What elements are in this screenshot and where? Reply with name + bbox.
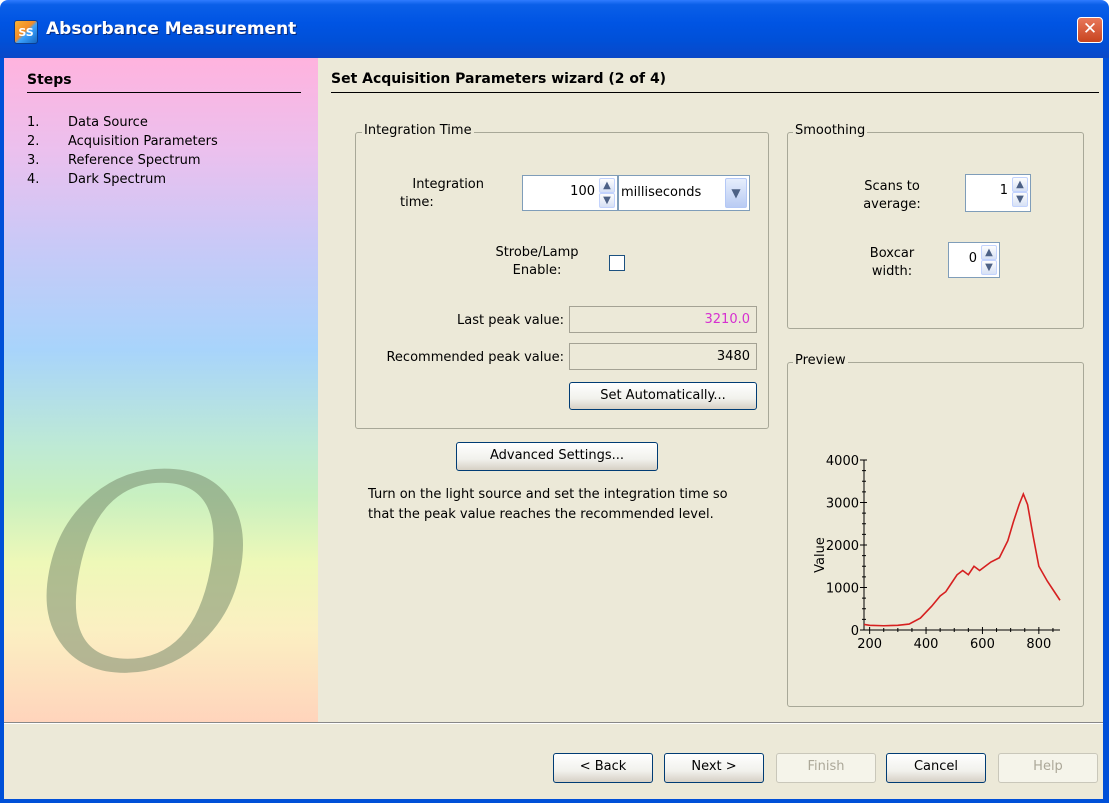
steps-list: 1. Data Source 2. Acquisition Parameters 3… bbox=[27, 115, 218, 191]
y-tick-label: 1000 bbox=[826, 582, 859, 597]
smoothing-legend: Smoothing bbox=[793, 123, 868, 138]
x-tick-label: 600 bbox=[970, 637, 995, 652]
boxcar-width-value: 0 bbox=[968, 251, 977, 266]
steps-divider bbox=[27, 92, 301, 93]
spin-down-icon[interactable]: ▼ bbox=[599, 193, 615, 208]
cancel-button[interactable]: Cancel bbox=[886, 753, 986, 783]
step-label: Data Source bbox=[68, 115, 148, 130]
wizard-divider bbox=[331, 92, 1099, 93]
y-axis-label: Value bbox=[813, 537, 828, 573]
instruction-text: Turn on the light source and set the int… bbox=[368, 487, 728, 522]
scans-label-line1: Scans to bbox=[864, 179, 920, 194]
next-button[interactable]: Next > bbox=[664, 753, 764, 783]
back-button[interactable]: < Back bbox=[553, 753, 653, 783]
spin-up-icon[interactable]: ▲ bbox=[1012, 177, 1028, 192]
integration-time-legend: Integration Time bbox=[362, 123, 474, 138]
spinner-arrows: ▲ ▼ bbox=[981, 245, 997, 275]
close-button[interactable]: ✕ bbox=[1077, 17, 1103, 43]
x-tick-label: 800 bbox=[1026, 637, 1051, 652]
help-button[interactable]: Help bbox=[998, 753, 1098, 783]
steps-panel: Steps 1. Data Source 2. Acquisition Parame… bbox=[4, 58, 318, 722]
step-label: Reference Spectrum bbox=[68, 153, 201, 168]
x-tick-label: 400 bbox=[914, 637, 939, 652]
step-label: Acquisition Parameters bbox=[68, 134, 218, 149]
step-item-acquisition-parameters: 2. Acquisition Parameters bbox=[27, 134, 218, 153]
spin-down-icon[interactable]: ▼ bbox=[1012, 192, 1028, 207]
preview-chart: 01000200030004000200400600800Wavelength … bbox=[813, 454, 1061, 658]
preview-legend: Preview bbox=[793, 353, 848, 368]
integration-time-value: 100 bbox=[570, 184, 595, 199]
boxcar-width-label: Boxcar width: bbox=[847, 245, 937, 281]
recommended-peak-label: Recommended peak value: bbox=[386, 350, 564, 365]
step-label: Dark Spectrum bbox=[68, 172, 166, 187]
dialog-client: Steps 1. Data Source 2. Acquisition Parame… bbox=[4, 58, 1103, 799]
step-item-data-source: 1. Data Source bbox=[27, 115, 218, 134]
title-bar: SS Absorbance Measurement ✕ bbox=[0, 0, 1109, 58]
spin-up-icon[interactable]: ▲ bbox=[599, 178, 615, 193]
step-number: 2. bbox=[27, 134, 40, 149]
window-title: Absorbance Measurement bbox=[46, 19, 297, 39]
scans-to-average-spinner[interactable]: 1 ▲ ▼ bbox=[965, 174, 1031, 212]
button-bar-divider-highlight bbox=[4, 723, 1103, 724]
spin-down-icon[interactable]: ▼ bbox=[981, 260, 997, 275]
wizard-title: Set Acquisition Parameters wizard (2 of … bbox=[331, 71, 667, 87]
step-number: 4. bbox=[27, 172, 40, 187]
spinner-arrows: ▲ ▼ bbox=[1012, 177, 1028, 207]
spinner-arrows: ▲ ▼ bbox=[599, 178, 615, 208]
steps-title: Steps bbox=[27, 72, 72, 88]
integration-time-spinner[interactable]: 100 ▲ ▼ bbox=[522, 175, 618, 211]
integration-time-label-line2: time: bbox=[400, 195, 434, 210]
y-tick-label: 2000 bbox=[826, 539, 859, 554]
step-number: 1. bbox=[27, 115, 40, 130]
scans-to-average-value: 1 bbox=[999, 183, 1008, 198]
strobe-lamp-label: Strobe/Lamp Enable: bbox=[482, 244, 592, 280]
boxcar-label-line1: Boxcar bbox=[869, 246, 915, 261]
window-frame: Steps 1. Data Source 2. Acquisition Parame… bbox=[0, 58, 1109, 803]
strobe-lamp-checkbox[interactable] bbox=[609, 255, 625, 271]
time-unit-value: milliseconds bbox=[621, 185, 702, 200]
boxcar-width-spinner[interactable]: 0 ▲ ▼ bbox=[948, 242, 1000, 278]
smoothing-group bbox=[787, 132, 1084, 329]
scans-label-line2: average: bbox=[863, 197, 921, 212]
integration-time-label-line1: Integration bbox=[412, 177, 484, 192]
advanced-settings-button[interactable]: Advanced Settings... bbox=[456, 442, 658, 471]
scans-to-average-label: Scans to average: bbox=[847, 178, 937, 214]
set-automatically-button[interactable]: Set Automatically... bbox=[569, 382, 757, 410]
time-unit-select[interactable]: milliseconds ▼ bbox=[618, 175, 750, 211]
spin-up-icon[interactable]: ▲ bbox=[981, 245, 997, 260]
chevron-down-icon[interactable]: ▼ bbox=[725, 178, 747, 208]
boxcar-label-line2: width: bbox=[871, 264, 913, 279]
app-icon: SS bbox=[14, 20, 38, 44]
x-tick-label: 200 bbox=[857, 637, 882, 652]
last-peak-label: Last peak value: bbox=[457, 313, 564, 328]
step-item-dark-spectrum: 4. Dark Spectrum bbox=[27, 172, 218, 191]
spectrum-line bbox=[863, 491, 1061, 627]
integration-time-label: Integration time: bbox=[384, 176, 484, 212]
y-tick-label: 3000 bbox=[826, 497, 859, 512]
brand-logo: O bbox=[34, 418, 256, 733]
strobe-label-line2: Enable: bbox=[512, 263, 562, 278]
strobe-label-line1: Strobe/Lamp bbox=[495, 245, 579, 260]
step-number: 3. bbox=[27, 153, 40, 168]
recommended-peak-value: 3480 bbox=[569, 343, 757, 370]
x-axis-label: Wavelength (nm) bbox=[914, 657, 1026, 658]
y-tick-label: 4000 bbox=[826, 454, 859, 469]
step-item-reference-spectrum: 3. Reference Spectrum bbox=[27, 153, 218, 172]
finish-button[interactable]: Finish bbox=[776, 753, 876, 783]
last-peak-value: 3210.0 bbox=[569, 306, 757, 333]
